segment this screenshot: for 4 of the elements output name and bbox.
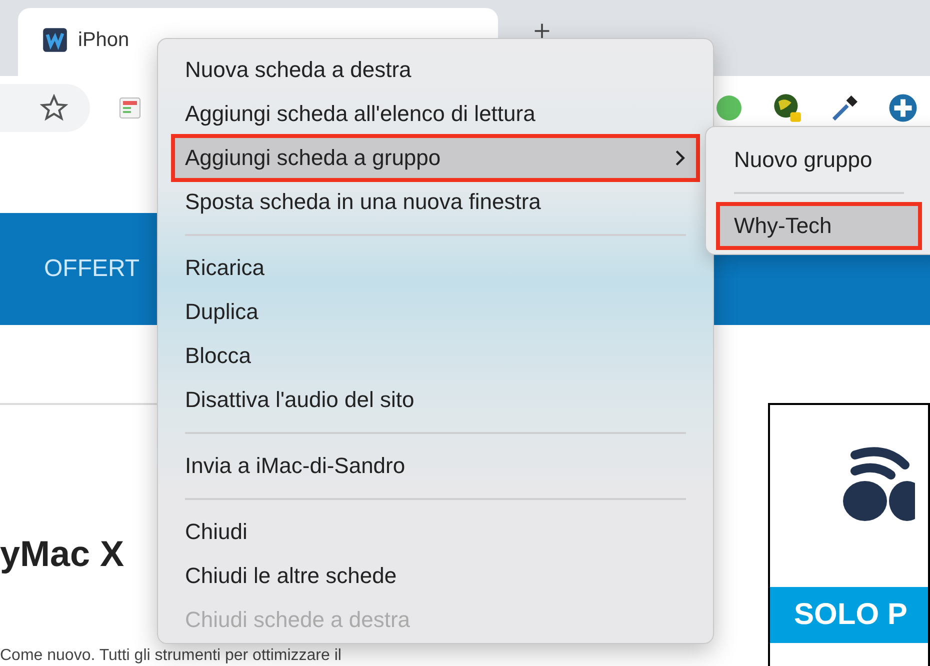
article-heading: yMac X xyxy=(0,533,124,575)
tab-title: iPhon xyxy=(78,28,130,52)
article-text: Come nuovo. Tutti gli strumenti per ottimizzare il xyxy=(0,646,342,665)
advert-text: SOLO P xyxy=(794,598,908,632)
